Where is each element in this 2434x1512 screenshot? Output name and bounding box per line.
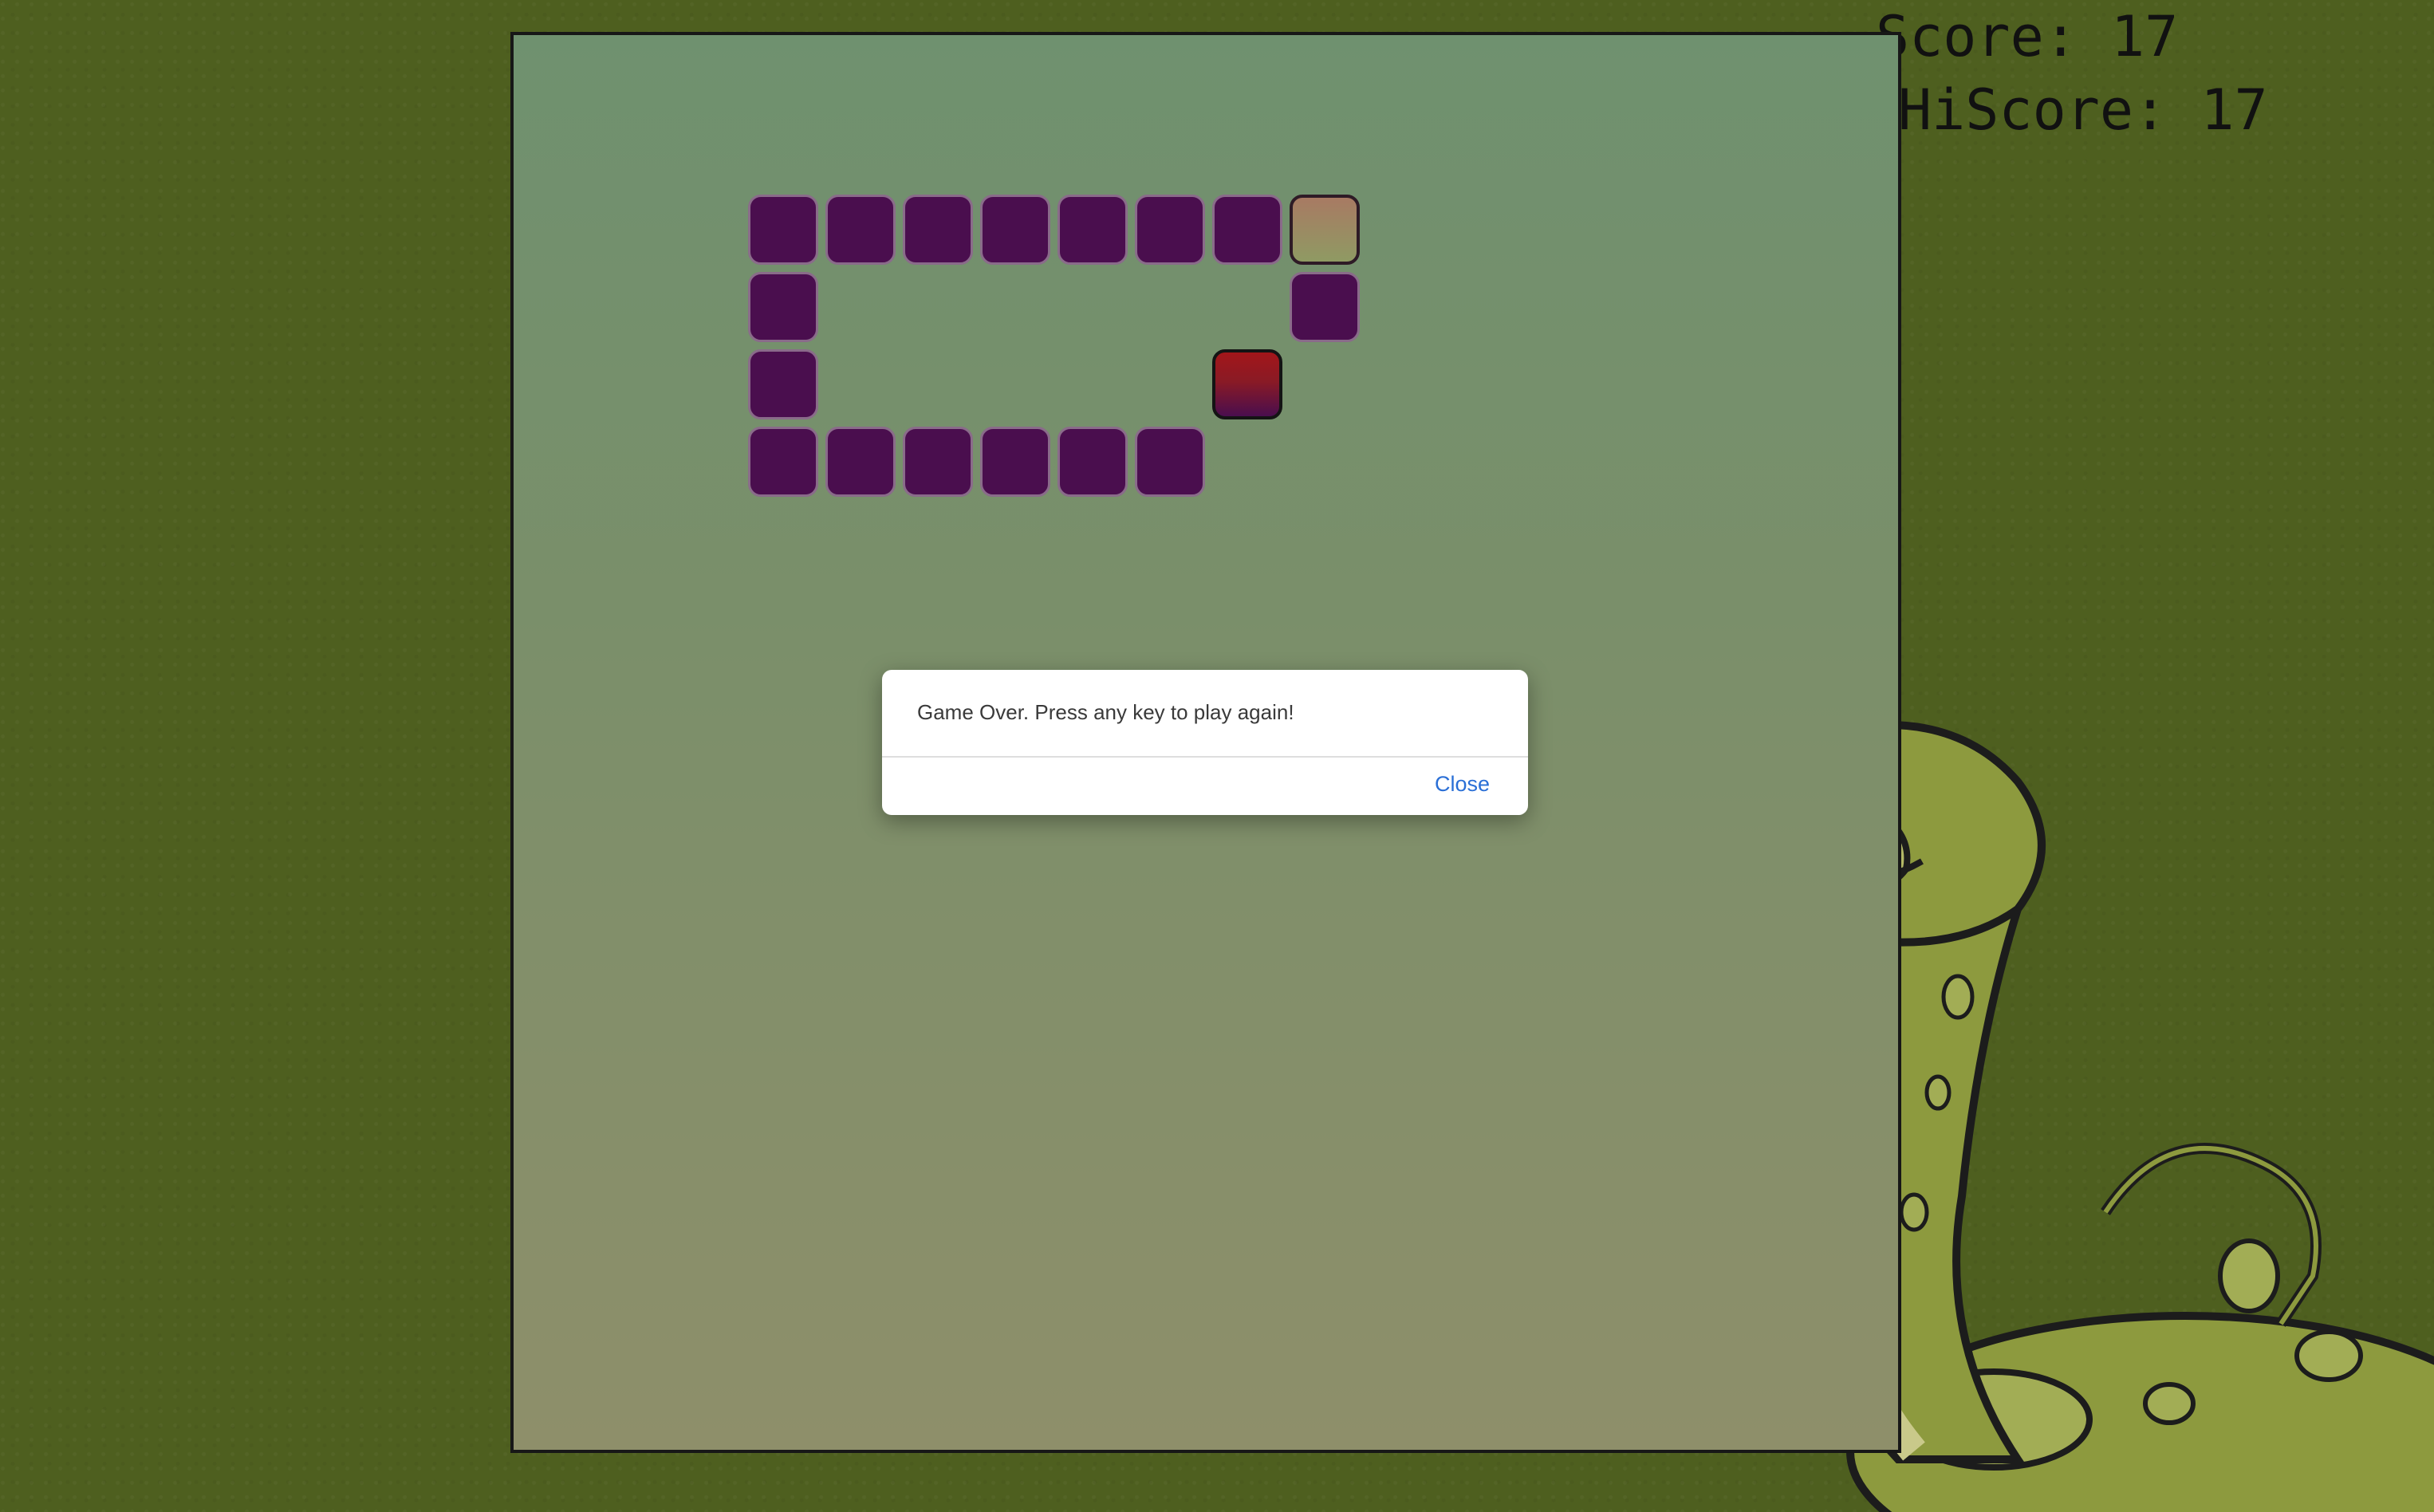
score-value: 17: [2111, 4, 2179, 69]
close-button[interactable]: Close: [1435, 772, 1490, 797]
scoreboard: Score: 17 HiScore: 17: [1876, 0, 2268, 147]
snake-segment: [748, 349, 818, 419]
game-over-dialog: Game Over. Press any key to play again! …: [882, 670, 1528, 815]
snake-segment: [825, 427, 896, 497]
snake-segment: [748, 427, 818, 497]
snake-segment: [980, 195, 1050, 265]
snake-segment: [1057, 427, 1128, 497]
score-label: Score:: [1876, 4, 2078, 69]
snake-segment: [1212, 195, 1282, 265]
snake-segment: [1290, 272, 1360, 342]
snake-segment: [1057, 195, 1128, 265]
snake-segment: [748, 195, 818, 265]
snake-segment: [903, 195, 973, 265]
snake-segment: [980, 427, 1050, 497]
hiscore-display: HiScore: 17: [1898, 73, 2268, 147]
snake-segment: [1135, 427, 1205, 497]
hiscore-value: 17: [2200, 77, 2268, 143]
snake-segment: [903, 427, 973, 497]
food-item: [1212, 349, 1282, 419]
snake-segment: [1135, 195, 1205, 265]
hiscore-label: HiScore:: [1898, 77, 2168, 143]
snake-segment: [748, 272, 818, 342]
snake-segment: [825, 195, 896, 265]
dialog-message: Game Over. Press any key to play again!: [917, 700, 1294, 724]
dialog-divider: [882, 756, 1528, 758]
score-display: Score: 17: [1876, 0, 2268, 73]
snake-head: [1290, 195, 1360, 265]
